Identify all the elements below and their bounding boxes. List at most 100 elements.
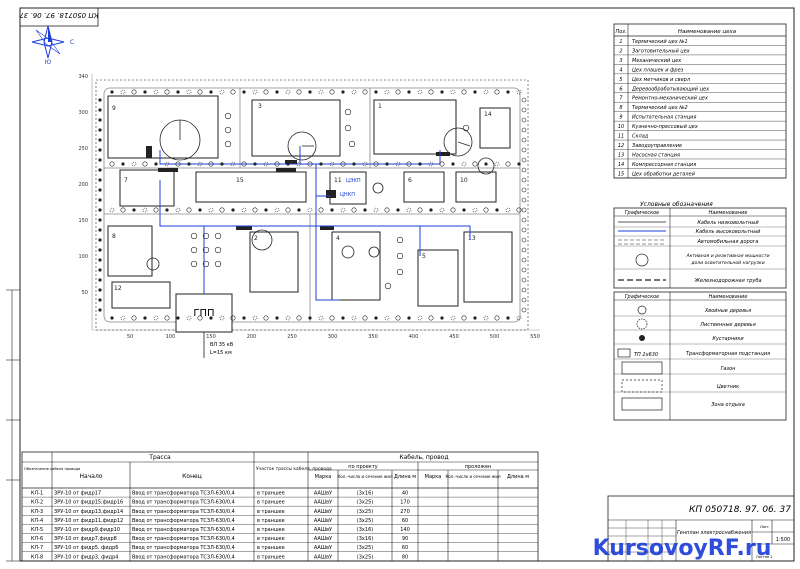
svg-text:6: 6: [408, 177, 412, 184]
compass-icon: С Ю: [31, 25, 74, 66]
workshop-no: 10: [618, 124, 624, 130]
x-tick-250: 250: [287, 334, 297, 340]
y-tick-300: 300: [78, 110, 88, 116]
workshop-name: Деревообрабатывающий цех: [631, 86, 709, 92]
cable-section: в траншее: [257, 527, 285, 533]
y-tick-150: 150: [78, 218, 88, 224]
legend1-title: Условные обозначения: [640, 201, 713, 208]
cable-section: в траншее: [257, 554, 285, 560]
building-1: [373, 99, 457, 155]
svg-text:11: 11: [334, 177, 342, 184]
cable-section: в траншее: [257, 509, 285, 515]
x-tick-200: 200: [247, 334, 257, 340]
workshop-no: 14: [618, 162, 624, 168]
cable-mark: ААШвУ: [314, 536, 332, 542]
cable-mark: ААШвУ: [314, 491, 332, 497]
cable-end: Ввод от трансформатора ТСЗЛ-630/0,4: [132, 500, 235, 506]
workshop-name: Термический цех №1: [632, 39, 688, 45]
cable-col-id: Обозначение кабеля провода: [24, 467, 80, 471]
svg-text:10: 10: [460, 177, 468, 184]
cable-mark: ААШвУ: [314, 554, 332, 560]
building-9: [107, 95, 219, 159]
workshop-no: 6: [619, 86, 622, 92]
y-tick-250: 250: [78, 146, 88, 152]
cable-section: в траншее: [257, 518, 285, 524]
legend1-item-cont: доли осветительной нагрузки: [690, 260, 764, 266]
y-tick-340: 340: [78, 74, 88, 80]
workshop-col-name: Наименование цеха: [678, 29, 737, 35]
cable-col-mark-laid: Марка: [425, 474, 442, 480]
y-tick-200: 200: [78, 182, 88, 188]
cable-title-route: Трасса: [148, 454, 171, 461]
cable-cores: (3х25): [357, 554, 373, 560]
cable-id: КЛ-1: [31, 491, 43, 497]
svg-text:14: 14: [484, 111, 492, 118]
cable-len: 170: [400, 500, 410, 506]
workshop-no: 1: [619, 39, 622, 45]
cable-mark: ААШвУ: [314, 527, 332, 533]
svg-text:7: 7: [124, 177, 128, 184]
legend2-item: Кустарники: [712, 336, 744, 342]
cable-start: ЗРУ-10 от фидр11,фидр12: [54, 518, 123, 524]
svg-text:9: 9: [112, 105, 116, 112]
cable-len: 60: [402, 518, 408, 524]
legend1-item: Кабель высоковольтный: [696, 229, 762, 235]
workshop-no: 5: [619, 77, 622, 83]
legend2-item: Лиственные деревья: [699, 322, 756, 328]
building-13: [463, 231, 513, 303]
legend2-tp-sym: ТП 2х630: [634, 352, 658, 358]
cable-cores: (3х25): [357, 509, 373, 515]
cable-len: 140: [400, 527, 410, 533]
cable-row: КЛ-1 ЗРУ-10 от фидр17 Ввод от трансформато…: [31, 491, 408, 497]
cable-id: КЛ-8: [31, 554, 43, 560]
cable-cores: (3х25): [357, 545, 373, 551]
svg-text:15: 15: [236, 177, 244, 184]
workshop-name: Насосная станция: [632, 152, 680, 158]
cable-start: ЗРУ-10 от фидр13,фидр14: [54, 509, 123, 515]
workshop-no: 15: [618, 171, 624, 177]
workshop-name: Цех обработки деталей: [632, 171, 696, 177]
cable-section: в траншее: [257, 536, 285, 542]
svg-text:3: 3: [258, 103, 262, 110]
workshop-no: 11: [618, 134, 624, 140]
feed-line-label: ВЛ 35 кВ: [210, 342, 234, 348]
cable-row: КЛ-3 ЗРУ-10 от фидр13,фидр14 Ввод от транс…: [31, 509, 410, 515]
workshop-no: 7: [619, 96, 623, 102]
workshop-no: 13: [618, 152, 624, 158]
x-tick-100: 100: [166, 334, 176, 340]
x-tick-150: 150: [206, 334, 216, 340]
cable-start: ЗРУ-10 от фидр7,фидр8: [54, 536, 117, 542]
svg-text:13: 13: [468, 235, 476, 242]
cable-cores: (3х16): [357, 491, 373, 497]
legend1-item: Автомобильная дорога: [696, 239, 758, 245]
workshop-name: Компрессорная станция: [632, 162, 696, 168]
cable-id: КЛ-4: [31, 518, 43, 524]
svg-text:12: 12: [114, 285, 122, 292]
y-tick-50: 50: [82, 290, 88, 296]
cable-id: КЛ-3: [31, 509, 43, 515]
cable-col-len: Длина м: [394, 474, 416, 480]
x-tick-450: 450: [449, 334, 459, 340]
cable-row: КЛ-2 ЗРУ-10 от фидр15,фидр16 Ввод от транс…: [31, 500, 410, 506]
svg-text:5: 5: [422, 253, 426, 260]
cable-sub-project: по проекту: [348, 464, 377, 470]
cable-start: ЗРУ-10 от фидр3, фидр4: [54, 554, 118, 560]
workshop-name: Цех метчиков и сверл: [632, 77, 691, 83]
cable-mark: ААШвУ: [314, 545, 332, 551]
workshop-no: 9: [619, 115, 622, 121]
tp-main-label: ЦЭКП: [346, 178, 361, 184]
watermark-text: KursovoyRF.ru: [593, 536, 772, 561]
workshop-name: Склад: [632, 134, 649, 140]
x-tick-labels: 50 100 150 200 250 300 350 400 450 500 550: [127, 334, 540, 340]
workshop-name: Заготовительный цех: [632, 48, 690, 54]
cable-col-end: Конец: [182, 473, 202, 480]
cable-row: КЛ-8 ЗРУ-10 от фидр3, фидр4 Ввод от трансф…: [31, 554, 408, 560]
cable-col-len-laid: Длина м: [507, 474, 529, 480]
cable-col-start: Начало: [80, 473, 103, 480]
watermark-logo: KursovoyRF.ru: [593, 536, 772, 561]
cable-start: ЗРУ-10 от фидр15,фидр16: [54, 500, 123, 506]
cable-id: КЛ-7: [31, 545, 43, 551]
cable-section: в траншее: [257, 500, 285, 506]
cable-len: 60: [402, 545, 408, 551]
y-tick-100: 100: [78, 254, 88, 260]
